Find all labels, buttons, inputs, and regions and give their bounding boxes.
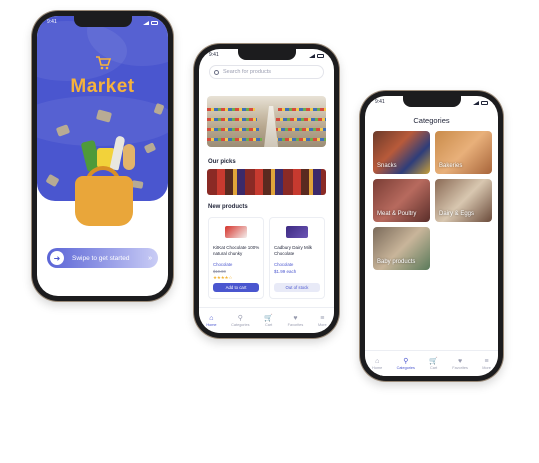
grocery-bag [75,176,133,226]
product-rating: ★★★★☆ [213,275,233,280]
more-icon: ≡ [320,314,325,322]
tab-label: Home [206,322,217,327]
brand-title: Market [70,76,135,97]
search-placeholder: Search for products [223,69,271,75]
tab-cart[interactable]: 🛒 Cart [429,351,438,376]
signal-icon [473,101,479,105]
our-picks-heading: Our picks [208,159,236,165]
double-chevron-icon: » [148,254,152,262]
heart-icon: ♥ [458,357,463,365]
heart-icon: ♥ [293,314,298,322]
home-icon: ⌂ [209,314,214,322]
product-image [225,226,247,238]
tab-label: Cart [430,365,438,370]
search-icon [214,69,219,75]
category-tile-snacks[interactable]: Snacks [373,131,430,174]
home-screen: 9:41 Search for products Our picks New p… [199,49,334,333]
cart-icon: 🛒 [264,314,273,322]
product-name: Cadbury Dairy Milk Chocolate [274,245,313,256]
splash-screen: 9:41 Market ➜ Swipe to get started » [37,16,168,296]
categories-icon: ⚲ [237,314,243,322]
category-label: Snacks [377,163,397,169]
category-label: Bakeries [439,163,463,169]
product-card[interactable]: Cadbury Dairy Milk Chocolate Chocolate $… [269,217,325,299]
swipe-to-start-slider[interactable]: ➜ Swipe to get started » [47,248,158,268]
home-icon: ⌂ [375,357,380,365]
category-tile-baby-products[interactable]: Baby products [373,227,430,270]
signal-icon [309,54,315,58]
promo-banner[interactable] [207,96,326,147]
tab-more[interactable]: ≡ More [482,351,491,376]
tab-more[interactable]: ≡ More [318,308,327,333]
tab-cart[interactable]: 🛒 Cart [264,308,273,333]
status-time: 9:41 [375,99,385,105]
category-tile-dairy-eggs[interactable]: Dairy & Eggs [435,179,492,222]
tab-label: More [482,365,491,370]
out-of-stock-button[interactable]: Out of stock [274,283,320,292]
category-label: Meat & Poultry [377,211,417,217]
phone-categories: 9:41 Categories Snacks Bakeries Meat & P… [360,91,503,381]
tab-categories[interactable]: ⚲ Categories [397,351,415,376]
search-input[interactable]: Search for products [209,65,324,79]
product-old-price: $10.00 [213,269,226,274]
notch [73,16,132,27]
more-icon: ≡ [484,357,489,365]
tab-home[interactable]: ⌂ Home [206,308,216,333]
product-category: Chocolate [213,262,233,267]
product-image [286,226,308,238]
battery-icon [481,101,488,105]
category-tile-bakeries[interactable]: Bakeries [435,131,492,174]
phone-home: 9:41 Search for products Our picks New p… [194,44,339,338]
tab-home[interactable]: ⌂ Home [372,351,382,376]
status-time: 9:41 [47,19,57,25]
tab-categories[interactable]: ⚲ Categories [231,308,249,333]
tab-label: Favorites [452,365,468,370]
swipe-label: Swipe to get started [72,254,130,262]
new-products-heading: New products [208,204,248,210]
battery-icon [317,54,324,58]
notch [237,49,296,60]
product-price: $1.99 each [274,269,297,274]
our-picks-banner[interactable] [207,169,326,195]
tab-label: More [317,322,327,327]
tab-favorites[interactable]: ♥ Favorites [288,308,304,333]
page-title: Categories [413,116,450,125]
category-label: Dairy & Eggs [439,211,475,217]
tab-label: Cart [265,322,273,327]
tab-label: Favorites [287,322,304,327]
cart-icon: 🛒 [429,357,438,365]
product-category: Chocolate [274,262,294,267]
category-label: Baby products [377,259,416,265]
product-name: KitKat Chocolate 100% natural chunky [213,245,260,256]
battery-icon [151,21,158,25]
tab-label: Categories [396,365,415,370]
status-time: 9:41 [209,52,219,58]
phone-splash: 9:41 Market ➜ Swipe to get started » [32,11,173,301]
tab-favorites[interactable]: ♥ Favorites [452,351,468,376]
grocery-item [123,144,135,170]
categories-screen: 9:41 Categories Snacks Bakeries Meat & P… [365,96,498,376]
bottom-tab-bar: ⌂ Home ⚲ Categories 🛒 Cart ♥ Favorites ≡ More [199,307,334,333]
tab-label: Home [372,365,383,370]
tab-label: Categories [231,322,250,327]
add-to-cart-button[interactable]: Add to cart [213,283,259,292]
bottom-tab-bar: ⌂ Home ⚲ Categories 🛒 Cart ♥ Favorites ≡ More [365,350,498,376]
category-tile-meat-poultry[interactable]: Meat & Poultry [373,179,430,222]
product-card[interactable]: KitKat Chocolate 100% natural chunky Cho… [208,217,264,299]
arrow-right-icon[interactable]: ➜ [50,251,64,265]
cart-icon [95,56,111,74]
signal-icon [143,21,149,25]
categories-icon: ⚲ [403,357,409,365]
notch [402,96,461,107]
